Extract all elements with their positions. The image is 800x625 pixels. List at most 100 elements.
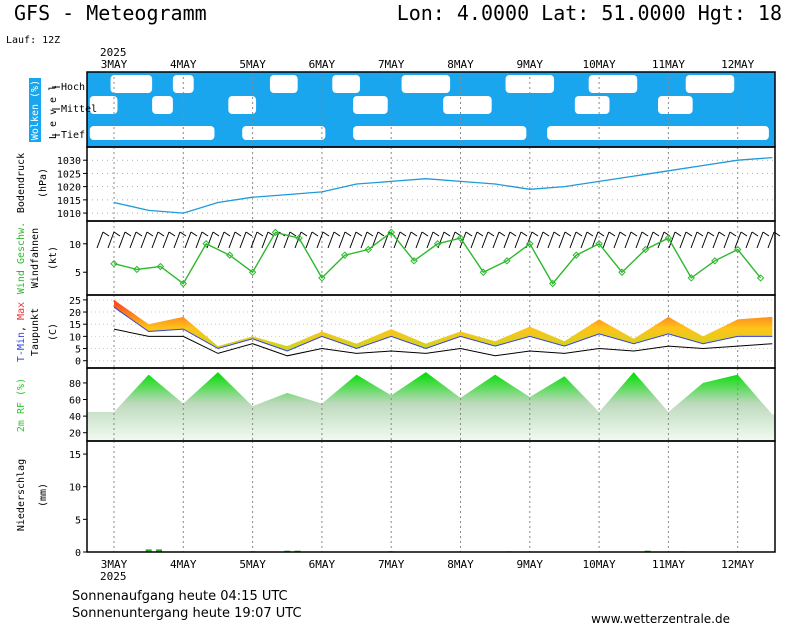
wind-barb <box>96 231 104 249</box>
wind-barb-flag <box>564 231 572 237</box>
temp-ylabel-max: Max <box>16 302 27 320</box>
cloud-band <box>242 126 326 140</box>
x-axis-bottom: 3MAY 4MAY 5MAY 6MAY 7MAY 8MAY 9MAY 10MAY 11MAY 12… <box>101 558 755 571</box>
wind-barb-flag <box>113 231 121 237</box>
rh-tick-label: 40 <box>69 412 81 423</box>
wind-barb-flag <box>652 231 660 237</box>
wind-barb-flag <box>641 231 649 237</box>
cloud-band <box>152 96 173 114</box>
cloud-ylabel: Wolken (%) <box>30 80 41 140</box>
model-run: Lauf: 12Z <box>6 35 60 46</box>
wind-barb-flag <box>630 231 638 237</box>
wind-barb <box>195 231 203 249</box>
wind-barb <box>404 231 412 249</box>
precip-tick-label: 5 <box>75 515 81 526</box>
date-label-bottom: 7MAY <box>378 558 405 571</box>
cloud-level-label: Hoch <box>61 82 85 93</box>
year-label-bottom: 2025 <box>100 570 127 583</box>
wind-barb-flag <box>344 231 352 237</box>
temp-ylabel: T-Min, Max <box>16 302 27 362</box>
rh-ylabel: 2m RF (%) <box>16 378 27 432</box>
humidity-panel: 20 40 60 80 2m RF (%) <box>16 367 776 442</box>
wind-barb-flag <box>146 231 154 237</box>
cloud-band <box>685 75 735 93</box>
pressure-ylabel-group: Bodendruck <box>16 153 27 213</box>
precip-unit: (mm) <box>38 483 49 507</box>
date-label-top: 7MAY <box>378 58 405 71</box>
cloud-band <box>547 126 769 140</box>
wind-barb-flag <box>586 231 594 237</box>
temp-tick-label: 20 <box>69 308 81 319</box>
wind-barb <box>712 231 720 249</box>
wind-barb <box>129 231 137 249</box>
temp-ylabel-min: T-Min <box>16 332 27 362</box>
wind-barb-flag <box>421 231 429 237</box>
temp-ylabel2: Taupunkt <box>30 308 41 356</box>
wind-barb-flag <box>597 231 605 237</box>
wind-barb-flag <box>542 231 550 237</box>
pressure-ylabel: Bodendruck <box>16 153 27 213</box>
wind-barb-flag <box>762 231 770 237</box>
wind-barb-flag <box>740 231 748 237</box>
wind-barb-flag <box>674 231 682 237</box>
temp-ylabel-sep: , <box>16 320 27 332</box>
wind-barb-flag <box>498 231 506 237</box>
wind-barb <box>162 231 170 249</box>
wind-ylabel: Wind Geschw. <box>16 222 27 294</box>
date-label-top: 3MAY <box>101 58 128 71</box>
date-label-top: 11MAY <box>652 58 685 71</box>
rh-tick-label: 80 <box>69 379 81 390</box>
cloud-band <box>332 75 361 93</box>
wind-barb <box>569 231 577 249</box>
wind-barb <box>217 231 225 249</box>
cloud-band <box>574 96 610 114</box>
wind-barb-flag <box>366 231 374 237</box>
rh-area <box>87 372 775 441</box>
wind-barb <box>107 231 115 249</box>
precip-tick-label: 0 <box>75 548 81 559</box>
date-label-bottom: 12MAY <box>721 558 754 571</box>
wind-barb-flag <box>619 231 627 237</box>
wind-barb-flag <box>399 231 407 237</box>
cloud-ylabel2-group: L e v e l <box>48 85 59 139</box>
cloud-band <box>89 126 215 140</box>
wind-barb-flag <box>443 231 451 237</box>
temp-ylabel-group: T-Min, Max <box>16 302 27 362</box>
wind-barb <box>415 231 423 249</box>
cloud-band <box>110 75 153 93</box>
wind-tick-label: 5 <box>75 268 81 279</box>
temp-unit: (C) <box>48 323 59 341</box>
wind-barb-flag <box>575 231 583 237</box>
wind-barb <box>690 231 698 249</box>
wind-barb <box>305 231 313 249</box>
wind-barb <box>360 231 368 249</box>
wind-barb-flag <box>509 231 517 237</box>
wind-barb-flag <box>377 231 385 237</box>
precip-tick-label: 15 <box>69 450 81 461</box>
pressure-panel: 1010 1015 1020 1025 1030 Bodendruck (hPa) <box>16 146 776 222</box>
wind-barb <box>349 231 357 249</box>
wind-barb-flag <box>124 231 132 237</box>
pressure-tick-label: 1015 <box>57 196 81 207</box>
wind-barb <box>580 231 588 249</box>
wind-ylabel2-group: Windfahnen <box>30 228 41 288</box>
date-label-top: 4MAY <box>170 58 197 71</box>
precip-unit-group: (mm) <box>38 483 49 507</box>
wind-barb-flag <box>300 231 308 237</box>
wind-line <box>113 231 762 285</box>
wind-barb <box>514 231 522 249</box>
wind-barb-flag <box>102 231 110 237</box>
wind-barb <box>470 231 478 249</box>
precipitation-panel: 0 5 10 15 Niederschlag (mm) <box>16 440 776 559</box>
wind-barb <box>503 231 511 249</box>
wind-barb <box>756 231 764 249</box>
wind-barb-flag <box>322 231 330 237</box>
wind-barb <box>184 231 192 249</box>
wind-barb <box>426 231 434 249</box>
cloud-level-label: Tief <box>61 130 85 141</box>
wind-barb-flag <box>531 231 539 237</box>
cloud-band <box>658 96 693 114</box>
source-link[interactable]: www.wetterzentrale.de <box>591 612 730 625</box>
date-label-top: 12MAY <box>721 58 754 71</box>
wind-barb <box>239 231 247 249</box>
